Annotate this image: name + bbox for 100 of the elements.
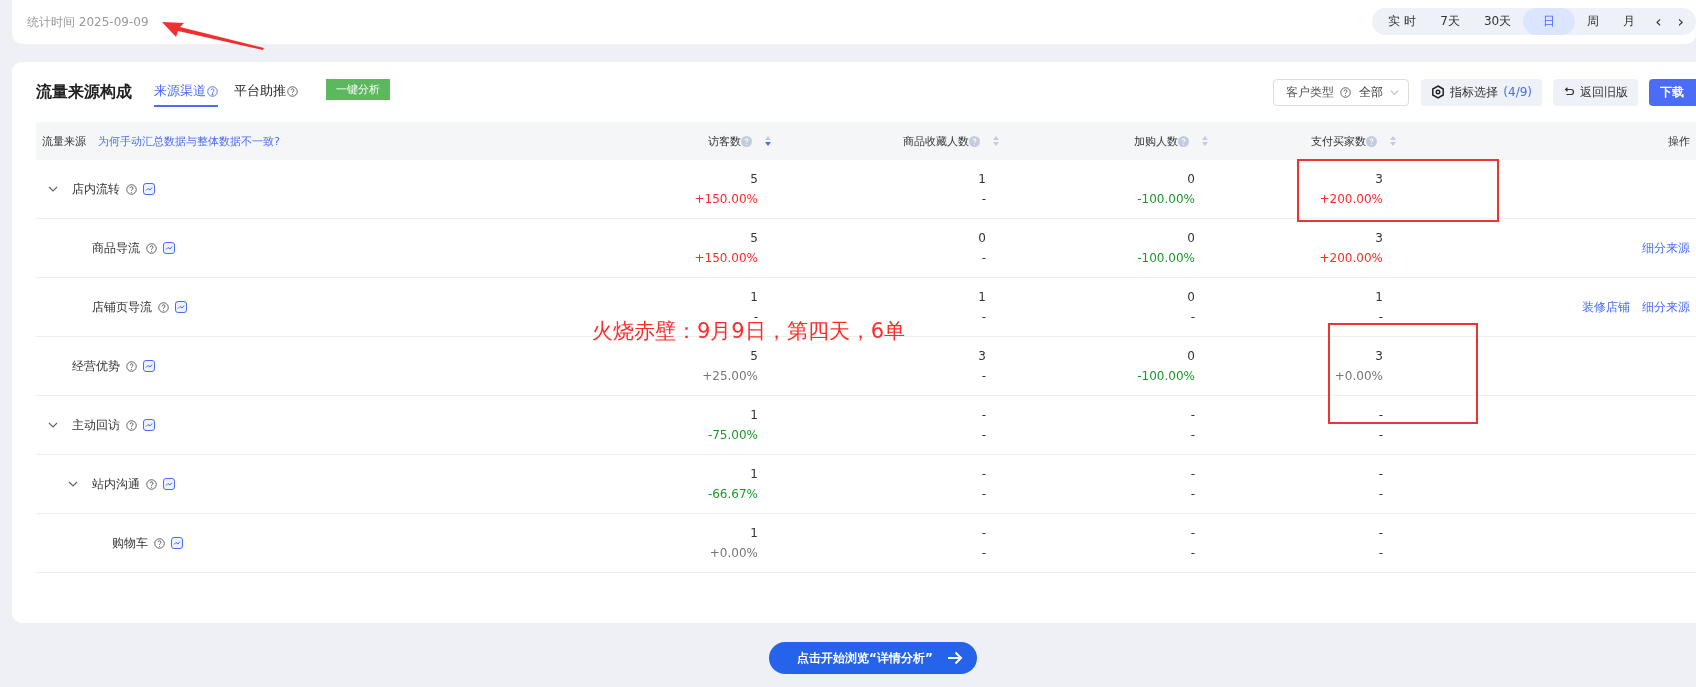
- metric-value: 5: [750, 230, 758, 247]
- change-percent: -: [981, 309, 986, 326]
- source-name: 站内沟通: [92, 475, 140, 493]
- trend-chart-icon[interactable]: [163, 478, 175, 490]
- column-header: 加购人数: [1134, 133, 1178, 149]
- next-button[interactable]: ›: [1669, 11, 1692, 31]
- browse-detail-analysis-button[interactable]: 点击开始浏览“详情分析”: [769, 642, 977, 674]
- previous-button[interactable]: ‹: [1647, 11, 1670, 31]
- metric-value: -: [981, 525, 986, 542]
- period-tab[interactable]: 7天: [1428, 7, 1472, 35]
- column-header: 商品收藏人数: [903, 133, 969, 149]
- source-name: 商品导流: [92, 239, 140, 257]
- metric-value: 1: [1375, 289, 1383, 306]
- source-name: 主动回访: [72, 416, 120, 434]
- metric-value: -: [1378, 407, 1383, 424]
- action-link[interactable]: 细分来源: [1642, 239, 1690, 257]
- metric-value: 3: [1375, 171, 1383, 188]
- action-link[interactable]: 细分来源: [1642, 298, 1690, 316]
- help-icon: [126, 419, 137, 431]
- help-icon: [126, 360, 137, 372]
- metric-value: -: [981, 466, 986, 483]
- help-icon: [146, 242, 157, 254]
- metric-value: -: [1190, 525, 1195, 542]
- help-icon: [154, 537, 165, 549]
- metric-value: 0: [1187, 348, 1195, 365]
- tab[interactable]: 平台助推: [234, 77, 298, 107]
- panel-title: 流量来源构成: [36, 81, 132, 103]
- help-icon: [1366, 135, 1377, 147]
- undo-icon: [1563, 86, 1575, 98]
- help-icon: [146, 478, 157, 490]
- trend-chart-icon[interactable]: [171, 537, 183, 549]
- period-tab[interactable]: 30天: [1471, 7, 1524, 35]
- metric-value: 3: [978, 348, 986, 365]
- change-percent: -75.00%: [707, 427, 758, 444]
- action-link[interactable]: 装修店铺: [1582, 298, 1630, 316]
- trend-chart-icon[interactable]: [143, 183, 155, 195]
- help-icon: [1178, 135, 1189, 147]
- metric-value: 1: [750, 466, 758, 483]
- trend-chart-icon[interactable]: [143, 360, 155, 372]
- source-name: 店铺页导流: [92, 298, 152, 316]
- change-percent: -: [981, 545, 986, 562]
- metric-value: 0: [978, 230, 986, 247]
- change-percent: -: [1190, 427, 1195, 444]
- change-percent: -: [1190, 486, 1195, 503]
- period-tab[interactable]: 实 时: [1376, 7, 1429, 35]
- help-icon: [741, 135, 752, 147]
- change-percent: -: [981, 191, 986, 208]
- metric-value: 1: [978, 289, 986, 306]
- return-old-version-button[interactable]: 返回旧版: [1553, 78, 1638, 106]
- change-percent: -: [981, 250, 986, 267]
- source-name: 店内流转: [72, 180, 120, 198]
- period-tab[interactable]: 日: [1523, 7, 1576, 35]
- trend-chart-icon[interactable]: [175, 301, 187, 313]
- metric-value: 3: [1375, 230, 1383, 247]
- tab[interactable]: 来源渠道: [154, 77, 218, 107]
- column-header: 支付买家数: [1311, 133, 1366, 149]
- trend-chart-icon[interactable]: [143, 419, 155, 431]
- change-percent: -: [1190, 545, 1195, 562]
- metric-value: 3: [1375, 348, 1383, 365]
- metric-value: 5: [750, 348, 758, 365]
- help-icon: [1340, 86, 1352, 98]
- period-tab[interactable]: 月: [1611, 7, 1648, 35]
- sort-icon[interactable]: [764, 135, 772, 147]
- metric-value: 0: [1187, 289, 1195, 306]
- metric-value: 1: [750, 407, 758, 424]
- metric-value: 1: [750, 525, 758, 542]
- help-icon: [158, 301, 169, 313]
- metric-value: 0: [1187, 230, 1195, 247]
- download-button[interactable]: 下载: [1649, 78, 1696, 106]
- column-header: 访客数: [708, 133, 741, 149]
- metric-value: -: [981, 407, 986, 424]
- statistics-date: 统计时间 2025-09-09: [27, 13, 149, 31]
- metric-value: -: [1190, 466, 1195, 483]
- metric-value: 5: [750, 171, 758, 188]
- change-percent: +0.00%: [1334, 368, 1383, 385]
- change-percent: -: [981, 486, 986, 503]
- source-name: 经营优势: [72, 357, 120, 375]
- change-percent: -100.00%: [1137, 250, 1195, 267]
- change-percent: -: [1378, 427, 1383, 444]
- help-link[interactable]: 为何手动汇总数据与整体数据不一致?: [98, 133, 280, 149]
- column-header: 流量来源: [42, 133, 86, 149]
- annotation-text: 火烧赤壁：9月9日，第四天，6单: [592, 319, 906, 343]
- change-percent: +150.00%: [694, 250, 758, 267]
- metric-value: 1: [750, 289, 758, 306]
- metric-value: 0: [1187, 171, 1195, 188]
- metric-select-button[interactable]: 指标选择 (4/9): [1421, 78, 1542, 106]
- trend-chart-icon[interactable]: [163, 242, 175, 254]
- customer-type-dropdown[interactable]: 客户类型 全部: [1273, 78, 1410, 106]
- change-percent: -66.67%: [707, 486, 758, 503]
- period-tab[interactable]: 周: [1575, 7, 1612, 35]
- metric-value: -: [1378, 525, 1383, 542]
- column-header: 操作: [1668, 133, 1690, 149]
- metric-value: -: [1190, 407, 1195, 424]
- change-percent: +150.00%: [694, 191, 758, 208]
- change-percent: -: [1378, 309, 1383, 326]
- change-percent: -100.00%: [1137, 368, 1195, 385]
- arrow-right-icon: [946, 651, 963, 665]
- change-percent: -: [1190, 309, 1195, 326]
- change-percent: -: [981, 368, 986, 385]
- change-percent: -: [1378, 545, 1383, 562]
